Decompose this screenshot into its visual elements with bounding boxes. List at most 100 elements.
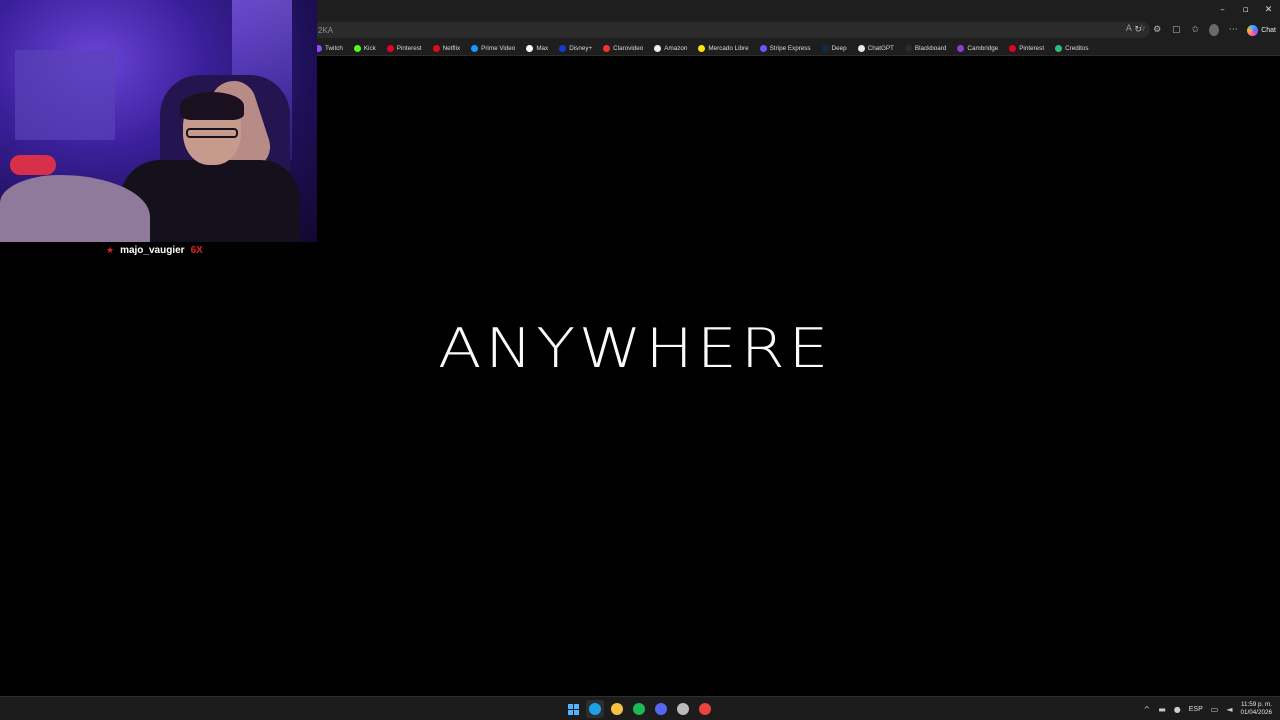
bookmark-label: Stripe Express — [769, 44, 811, 52]
pinterest-icon — [1009, 44, 1017, 52]
obs-icon — [677, 703, 689, 715]
bookmark-label: Deep — [831, 44, 847, 52]
bookmark-label: ChatGPT — [867, 44, 894, 52]
volume-icon[interactable]: ◄ — [1226, 705, 1232, 714]
clarovideo-icon — [603, 44, 611, 52]
bookmark-item[interactable]: Twitch — [315, 44, 343, 52]
pinterest-icon — [386, 44, 394, 52]
bookmark-item[interactable]: Amazon — [654, 44, 688, 52]
amazon-icon — [654, 44, 662, 52]
copilot-chat-button[interactable]: Chat — [1247, 24, 1276, 36]
bookmark-item[interactable]: Clarovideo — [603, 44, 644, 52]
star-icon: ★ — [106, 245, 115, 256]
webcam-overlay — [0, 0, 317, 242]
chrome-icon — [699, 703, 711, 715]
refresh-icon[interactable]: ↻ — [1133, 25, 1143, 35]
start-menu-taskbar-button[interactable] — [564, 700, 582, 718]
bookmark-label: Prime Video — [481, 44, 516, 52]
cambridge-icon — [957, 44, 965, 52]
bookmark-item[interactable]: Stripe Express — [759, 44, 811, 52]
microphone — [10, 155, 56, 175]
bookmark-label: Blackboard — [914, 44, 947, 52]
minimize-button[interactable]: – — [1211, 0, 1234, 20]
extensions-icon[interactable]: ⚙ — [1152, 25, 1162, 35]
network-icon[interactable]: ▭ — [1211, 705, 1219, 714]
bookmark-label: Pinterest — [1019, 44, 1045, 52]
bookmark-label: Disney+ — [569, 44, 593, 52]
read-aloud-icon[interactable]: A — [1126, 24, 1132, 34]
bookmark-item[interactable]: Kick — [353, 44, 376, 52]
edge-taskbar-button[interactable] — [586, 700, 604, 718]
max-icon — [526, 44, 534, 52]
file-explorer-taskbar-button[interactable] — [608, 700, 626, 718]
system-tray: ^ ▬ ● ESP ▭ ◄ 11:59 p. m. 01/04/2026 — [1144, 697, 1273, 720]
window-controls: – ▫ ✕ — [1211, 0, 1280, 20]
microphone-icon[interactable]: ● — [1174, 705, 1181, 714]
flag-icon[interactable]: ▬ — [1158, 705, 1166, 714]
netflix-icon — [432, 44, 440, 52]
bookmark-label: Kick — [363, 44, 376, 52]
bookmark-label: Netflix — [442, 44, 461, 52]
bookmark-label: Max — [536, 44, 549, 52]
chrome-taskbar-button[interactable] — [696, 700, 714, 718]
bookmark-label: Clarovideo — [613, 44, 644, 52]
clock-time: 11:59 p. m. — [1240, 701, 1272, 708]
bookmark-item[interactable]: Pinterest — [386, 44, 422, 52]
bookmarks-list: Twitch Kick Pinterest Netflix Prime Video Max… — [315, 40, 1100, 56]
spotify-taskbar-button[interactable] — [630, 700, 648, 718]
kick-icon — [353, 44, 361, 52]
bookmark-item[interactable]: Creditos — [1055, 44, 1089, 52]
maximize-button[interactable]: ▫ — [1234, 0, 1257, 20]
bookmark-item[interactable]: Pinterest — [1009, 44, 1045, 52]
chevron-up-icon[interactable]: ^ — [1144, 705, 1151, 714]
bookmark-item[interactable]: Netflix — [432, 44, 461, 52]
streamer-username: majo_vaugier — [120, 245, 185, 256]
bookmark-item[interactable]: Cambridge — [957, 44, 998, 52]
blackboard-icon — [904, 44, 912, 52]
copilot-label: Chat — [1261, 26, 1276, 34]
address-bar[interactable]: 2KA A ☆ — [312, 22, 1150, 38]
bookmark-item[interactable]: ChatGPT — [857, 44, 894, 52]
creditos-icon — [1055, 44, 1063, 52]
spotify-icon — [633, 703, 645, 715]
bookmark-item[interactable]: Blackboard — [904, 44, 947, 52]
close-button[interactable]: ✕ — [1257, 0, 1280, 20]
bookmark-item[interactable]: Deep — [821, 44, 847, 52]
person-glasses — [186, 128, 238, 138]
prime-video-icon — [471, 44, 479, 52]
address-text[interactable]: 2KA — [318, 26, 333, 35]
taskbar-apps — [564, 700, 714, 718]
bookmark-label: Amazon — [664, 44, 688, 52]
windows-taskbar: ^ ▬ ● ESP ▭ ◄ 11:59 p. m. 01/04/2026 — [0, 696, 1280, 720]
bookmark-label: Twitch — [325, 44, 343, 52]
avatar — [1209, 24, 1220, 36]
clock-date: 01/04/2026 — [1240, 709, 1272, 716]
streamer-suffix: 6X — [190, 245, 203, 256]
copilot-icon — [1247, 24, 1259, 36]
chatgpt-icon — [857, 44, 865, 52]
headline-text: ANYWHERE — [437, 317, 833, 380]
streamer-name-tag: ★ majo_vaugier 6X — [106, 244, 203, 257]
person-hair — [180, 92, 244, 120]
profile-avatar-icon[interactable] — [1209, 24, 1220, 36]
bookmark-item[interactable]: Max — [526, 44, 549, 52]
more-options-icon[interactable]: ⋯ — [1228, 25, 1238, 35]
file-explorer-icon — [611, 703, 623, 715]
stripe-icon — [759, 44, 767, 52]
split-screen-icon[interactable]: ▢ — [1171, 25, 1181, 35]
background-shelf — [15, 50, 115, 140]
deepl-icon — [821, 44, 829, 52]
edge-icon — [589, 703, 601, 715]
discord-taskbar-button[interactable] — [652, 700, 670, 718]
clock[interactable]: 11:59 p. m. 01/04/2026 — [1240, 701, 1272, 717]
start-menu-icon — [567, 703, 579, 715]
bookmark-label: Mercado Libre — [708, 44, 749, 52]
bookmark-item[interactable]: Mercado Libre — [698, 44, 749, 52]
language-indicator[interactable]: ESP — [1189, 706, 1203, 713]
mercado-libre-icon — [698, 44, 706, 52]
bookmark-item[interactable]: Disney+ — [559, 44, 593, 52]
obs-taskbar-button[interactable] — [674, 700, 692, 718]
bookmark-item[interactable]: Prime Video — [471, 44, 516, 52]
bookmark-label: Pinterest — [396, 44, 422, 52]
favorites-icon[interactable]: ✩ — [1190, 25, 1200, 35]
